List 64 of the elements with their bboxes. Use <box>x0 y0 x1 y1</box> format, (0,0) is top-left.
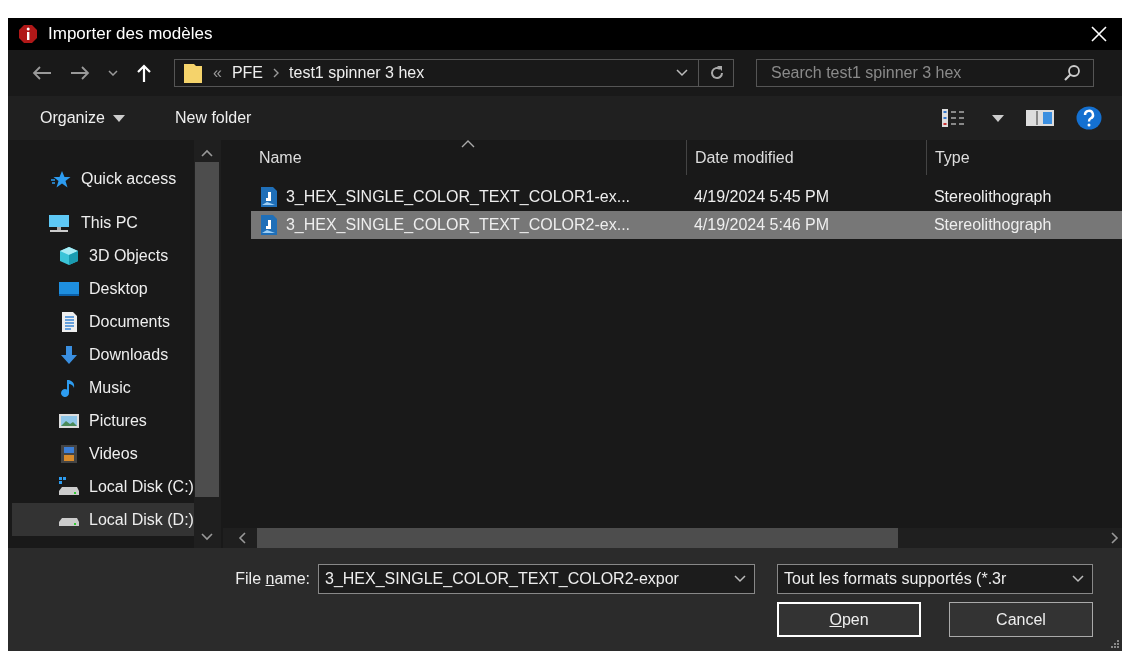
file-name-field[interactable]: 3_HEX_SINGLE_COLOR_TEXT_COLOR2-expor <box>318 564 755 594</box>
sidebar-item[interactable]: Local Disk (C:) <box>12 470 194 503</box>
date-cell: 4/19/2024 5:46 PM <box>693 216 830 233</box>
type-cell: Stereolithograph <box>933 188 1052 205</box>
breadcrumb[interactable]: test1 spinner 3 hex <box>289 64 425 82</box>
help-icon[interactable] <box>1076 106 1102 130</box>
caret-icon <box>734 575 746 583</box>
sidebar-item[interactable]: Documents <box>12 305 194 338</box>
cube-icon <box>58 244 80 267</box>
file-icon <box>258 186 279 208</box>
dialog-button[interactable]: Open <box>777 602 921 637</box>
organize-button[interactable]: Organize <box>40 107 125 129</box>
close-icon <box>1090 25 1108 43</box>
column-header[interactable]: Type <box>925 140 1122 175</box>
new-folder-button[interactable]: New folder <box>174 107 252 129</box>
refresh-icon[interactable] <box>709 65 725 81</box>
sidebar-item[interactable]: Quick access <box>12 162 194 195</box>
app-logo-icon <box>18 24 38 44</box>
file-type-dropdown[interactable]: Tout les formats supportés (*.3r <box>777 564 1093 594</box>
window-title: Importer des modèles <box>48 24 213 44</box>
scrollbar[interactable] <box>222 528 1122 548</box>
file-name[interactable]: 3_HEX_SINGLE_COLOR_TEXT_COLOR2-ex... <box>285 216 631 234</box>
drive-icon <box>58 518 80 527</box>
caret-icon <box>112 114 125 122</box>
breadcrumb[interactable]: PFE <box>231 64 264 82</box>
scroll-up-icon[interactable] <box>200 148 215 158</box>
file-icon <box>258 214 279 236</box>
chevron-down-icon <box>108 70 118 76</box>
search-box[interactable]: Search test1 spinner 3 hex <box>756 59 1094 87</box>
download-arrow-icon <box>58 343 80 366</box>
folder-icon <box>183 62 203 84</box>
scrollbar[interactable] <box>193 140 221 548</box>
sidebar-item[interactable]: This PC <box>12 206 194 239</box>
type-cell: Stereolithograph <box>933 216 1052 233</box>
sidebar-item[interactable]: Pictures <box>12 404 194 437</box>
overflow-chevron: « <box>213 64 222 82</box>
scroll-left-icon[interactable] <box>236 531 249 545</box>
search-icon <box>1063 64 1081 82</box>
dialog-button[interactable]: Cancel <box>949 602 1093 637</box>
sidebar-item[interactable]: Desktop <box>12 272 194 305</box>
file-name[interactable]: 3_HEX_SINGLE_COLOR_TEXT_COLOR1-ex... <box>285 188 631 206</box>
film-strip-icon <box>58 442 80 465</box>
date-cell: 4/19/2024 5:45 PM <box>693 188 830 205</box>
search-field[interactable]: Search test1 spinner 3 hex <box>771 64 1063 82</box>
sidebar-item[interactable]: Videos <box>12 437 194 470</box>
sidebar-item[interactable]: Downloads <box>12 338 194 371</box>
column-header[interactable]: Date modified <box>685 140 926 175</box>
sidebar-item[interactable]: Local Disk (D:) <box>12 503 194 536</box>
up-arrow-icon <box>136 64 152 82</box>
dropdown-caret-icon <box>676 69 688 77</box>
drive-icon <box>58 475 80 498</box>
chevron-right-icon <box>273 68 280 78</box>
preview-pane-icon[interactable] <box>1026 110 1054 126</box>
address-bar[interactable]: « PFE test1 spinner 3 hex <box>174 59 734 87</box>
sidebar-item[interactable]: Music <box>12 371 194 404</box>
scroll-down-icon[interactable] <box>200 532 215 542</box>
forward-arrow-icon <box>70 65 90 81</box>
sidebar-item[interactable]: 3D Objects <box>12 239 194 272</box>
caret-icon <box>992 114 1004 122</box>
resize-grip-icon[interactable] <box>1110 639 1120 649</box>
caret-icon <box>1072 575 1084 583</box>
back-arrow-icon <box>32 65 52 81</box>
column-header[interactable]: Name <box>250 140 686 175</box>
file-name-label: File name: <box>234 570 311 588</box>
